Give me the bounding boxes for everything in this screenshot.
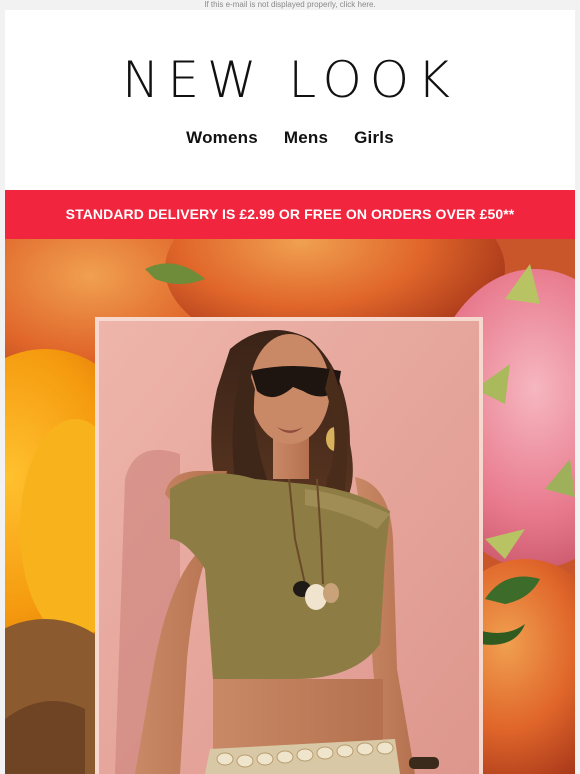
view-in-browser-link[interactable]: If this e-mail is not displayed properly… — [204, 0, 375, 9]
new-look-logo[interactable]: NEW LOOK — [5, 54, 575, 106]
nav-girls-link[interactable]: Girls — [354, 128, 394, 148]
category-nav: Womens Mens Girls — [5, 128, 575, 148]
nav-womens-link[interactable]: Womens — [186, 128, 258, 148]
hero-image[interactable] — [5, 239, 575, 774]
delivery-banner[interactable]: STANDARD DELIVERY IS £2.99 OR FREE ON OR… — [5, 190, 575, 239]
nav-mens-link[interactable]: Mens — [284, 128, 328, 148]
preheader: If this e-mail is not displayed properly… — [0, 0, 580, 10]
email-card: NEW LOOK Womens Mens Girls STANDARD DELI… — [5, 10, 575, 774]
